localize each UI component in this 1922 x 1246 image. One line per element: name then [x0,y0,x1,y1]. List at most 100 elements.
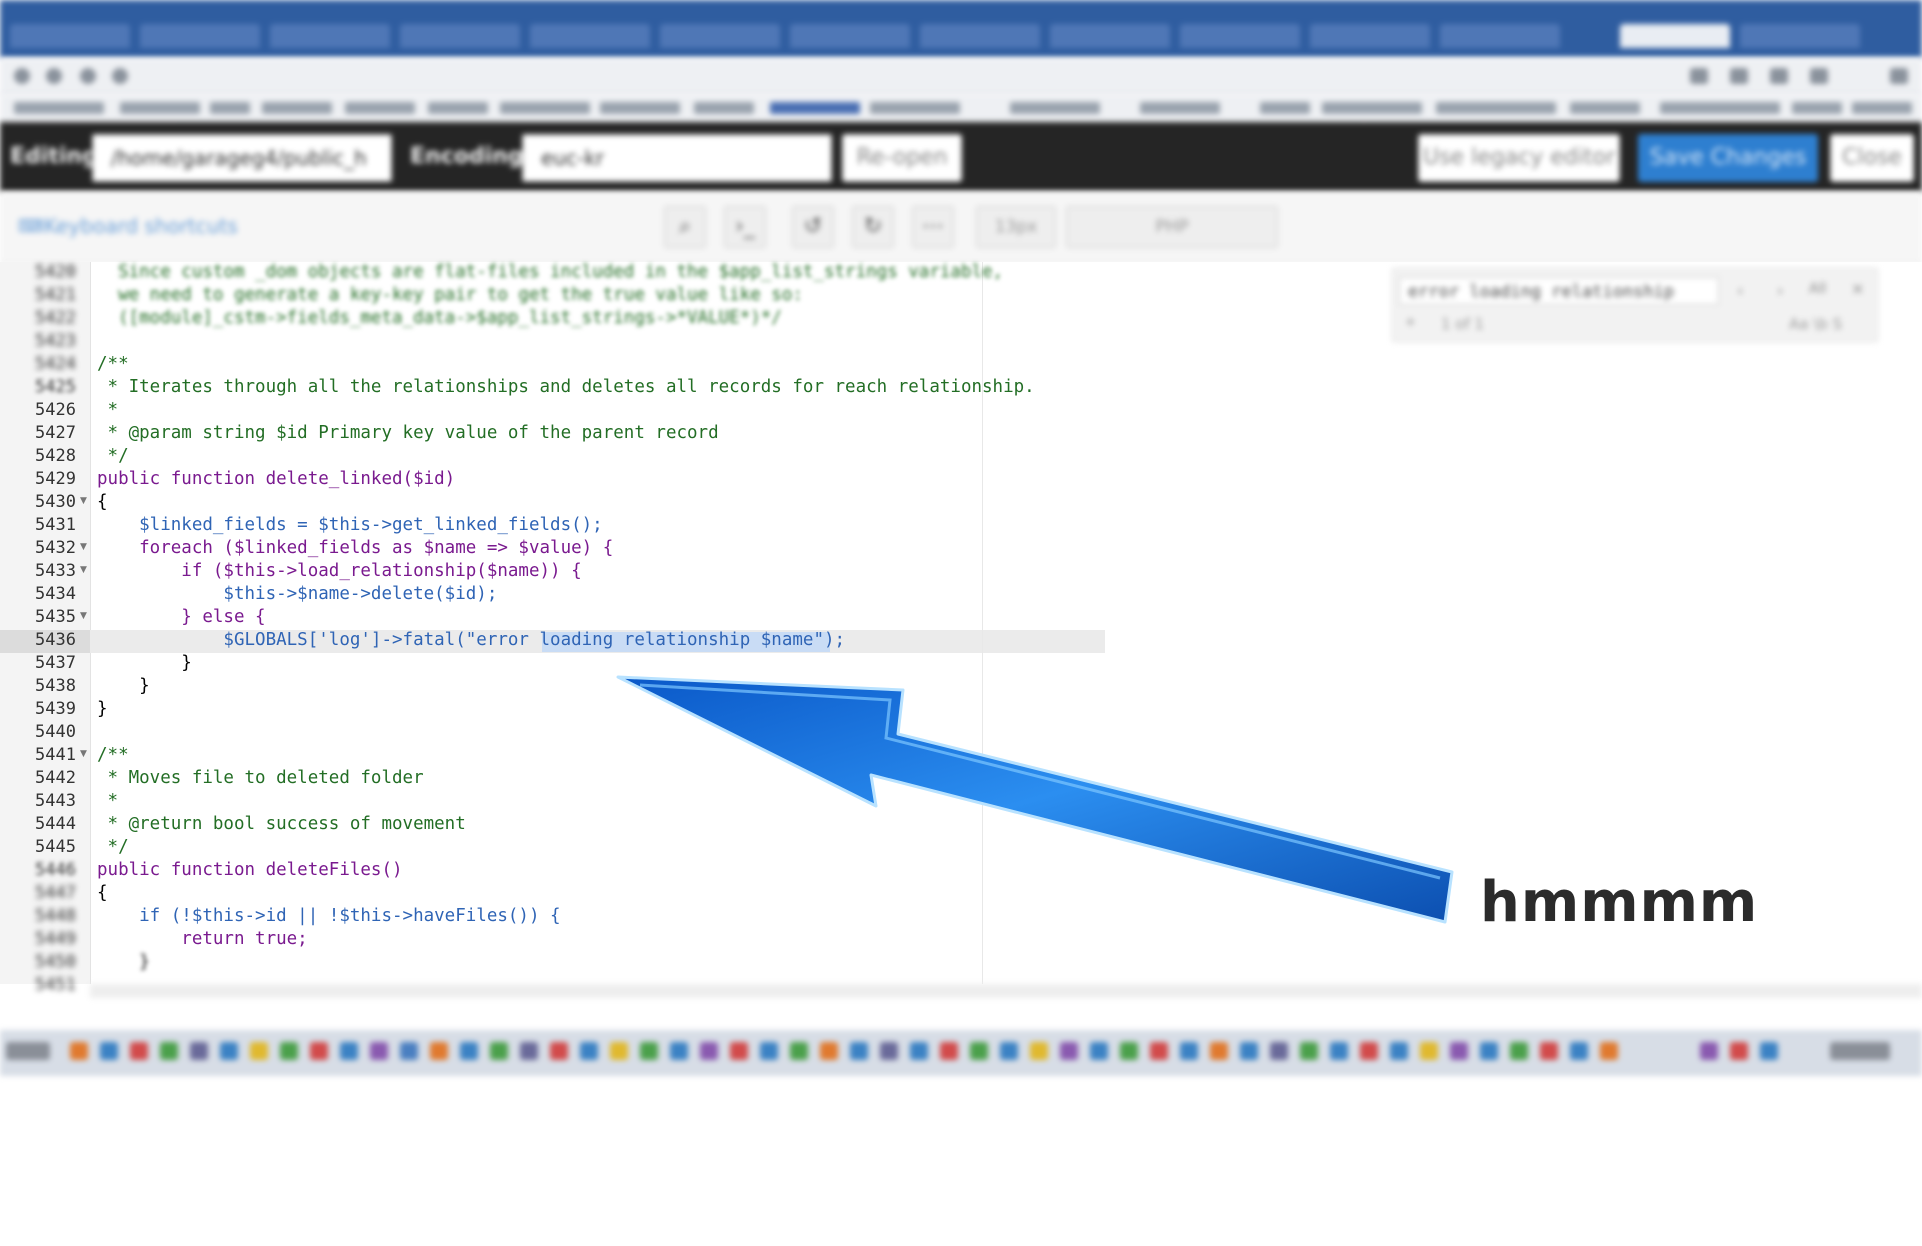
taskbar-app-icon[interactable] [1420,1042,1438,1060]
taskbar-app-icon[interactable] [580,1042,598,1060]
tray-icon[interactable] [1760,1042,1778,1060]
taskbar-app-icon[interactable] [700,1042,718,1060]
taskbar-app-icon[interactable] [1000,1042,1018,1060]
more-icon[interactable]: ⋯ [912,206,954,248]
taskbar-app-icon[interactable] [940,1042,958,1060]
bookmark-item[interactable] [1260,102,1310,114]
legacy-editor-button[interactable]: Use legacy editor [1418,134,1620,182]
taskbar-app-icon[interactable] [1270,1042,1288,1060]
keyboard-shortcuts-link[interactable]: Keyboard shortcuts [44,214,238,238]
forward-icon[interactable] [46,68,62,84]
taskbar-app-icon[interactable] [490,1042,508,1060]
taskbar-app-icon[interactable] [910,1042,928,1060]
save-changes-button[interactable]: Save Changes [1638,134,1818,182]
taskbar-app-icon[interactable] [370,1042,388,1060]
taskbar-app-icon[interactable] [310,1042,328,1060]
taskbar-app-icon[interactable] [1600,1042,1618,1060]
fold-arrow-icon[interactable]: ▼ [80,565,90,575]
menu-icon[interactable] [1890,68,1908,84]
find-all-button[interactable]: All [1809,281,1826,297]
taskbar-app-icon[interactable] [1150,1042,1168,1060]
back-icon[interactable] [14,68,30,84]
browser-tab[interactable] [10,24,130,48]
start-button[interactable] [6,1042,50,1060]
bookmark-item[interactable] [14,102,104,114]
taskbar-app-icon[interactable] [1480,1042,1498,1060]
taskbar-app-icon[interactable] [1450,1042,1468,1060]
mode-select[interactable]: PHP [1066,206,1278,248]
fold-arrow-icon[interactable]: ▼ [80,611,90,621]
taskbar-app-icon[interactable] [100,1042,118,1060]
reload-icon[interactable] [80,68,96,84]
taskbar-app-icon[interactable] [70,1042,88,1060]
encoding-select[interactable]: euc-kr [522,134,832,182]
taskbar-app-icon[interactable] [400,1042,418,1060]
extension-icon[interactable] [1810,68,1828,84]
bookmark-item[interactable] [500,102,590,114]
taskbar-app-icon[interactable] [610,1042,628,1060]
taskbar-app-icon[interactable] [430,1042,448,1060]
taskbar-app-icon[interactable] [1180,1042,1198,1060]
browser-tab[interactable] [790,24,910,48]
bookmark-item[interactable] [1852,102,1912,114]
taskbar-app-icon[interactable] [190,1042,208,1060]
browser-tab[interactable] [1740,24,1860,48]
browser-tab[interactable] [270,24,390,48]
taskbar-app-icon[interactable] [220,1042,238,1060]
taskbar-app-icon[interactable] [160,1042,178,1060]
bookmark-item[interactable] [1436,102,1556,114]
taskbar-app-icon[interactable] [1060,1042,1078,1060]
taskbar-app-icon[interactable] [280,1042,298,1060]
taskbar-app-icon[interactable] [1120,1042,1138,1060]
browser-tab-active[interactable] [1620,24,1730,48]
taskbar-app-icon[interactable] [790,1042,808,1060]
taskbar-app-icon[interactable] [1090,1042,1108,1060]
taskbar-app-icon[interactable] [1510,1042,1528,1060]
browser-tab[interactable] [1050,24,1170,48]
fold-arrow-icon[interactable]: ▼ [80,496,90,506]
horizontal-scrollbar[interactable] [90,984,1922,998]
bookmark-item[interactable] [694,102,754,114]
keyboard-icon[interactable]: ⌨ [18,216,44,237]
taskbar-app-icon[interactable] [670,1042,688,1060]
close-find-icon[interactable]: × [1851,279,1864,298]
bookmark-item[interactable] [1010,102,1100,114]
home-icon[interactable] [112,68,128,84]
taskbar-app-icon[interactable] [250,1042,268,1060]
downloads-icon[interactable] [1690,68,1708,84]
redo-icon[interactable]: ↻ [852,206,894,248]
bookmark-item[interactable] [1660,102,1780,114]
fold-arrow-icon[interactable]: ▼ [80,749,90,759]
taskbar-app-icon[interactable] [1360,1042,1378,1060]
taskbar-app-icon[interactable] [460,1042,478,1060]
tray-icon[interactable] [1730,1042,1748,1060]
bookmark-item[interactable] [120,102,200,114]
bookmark-item[interactable] [210,102,250,114]
undo-icon[interactable]: ↺ [792,206,834,248]
taskbar-app-icon[interactable] [1300,1042,1318,1060]
browser-tab[interactable] [1180,24,1300,48]
bookmark-item[interactable] [870,102,960,114]
taskbar-app-icon[interactable] [1390,1042,1408,1060]
browser-tab[interactable] [140,24,260,48]
taskbar-app-icon[interactable] [130,1042,148,1060]
extension-icon[interactable] [1770,68,1788,84]
taskbar-app-icon[interactable] [1210,1042,1228,1060]
browser-tab[interactable] [530,24,650,48]
taskbar-app-icon[interactable] [1240,1042,1258,1060]
bookmark-item[interactable] [770,102,860,114]
fold-arrow-icon[interactable]: ▼ [80,542,90,552]
browser-tab[interactable] [660,24,780,48]
taskbar-app-icon[interactable] [880,1042,898,1060]
tray-icon[interactable] [1700,1042,1718,1060]
taskbar-app-icon[interactable] [820,1042,838,1060]
reopen-button[interactable]: Re-open [842,134,962,182]
browser-tab[interactable] [1440,24,1560,48]
taskbar-app-icon[interactable] [640,1042,658,1060]
taskbar-app-icon[interactable] [1540,1042,1558,1060]
taskbar-app-icon[interactable] [730,1042,748,1060]
taskbar-app-icon[interactable] [550,1042,568,1060]
bookmark-item[interactable] [428,102,488,114]
bookmark-item[interactable] [1322,102,1422,114]
bookmark-item[interactable] [1570,102,1640,114]
